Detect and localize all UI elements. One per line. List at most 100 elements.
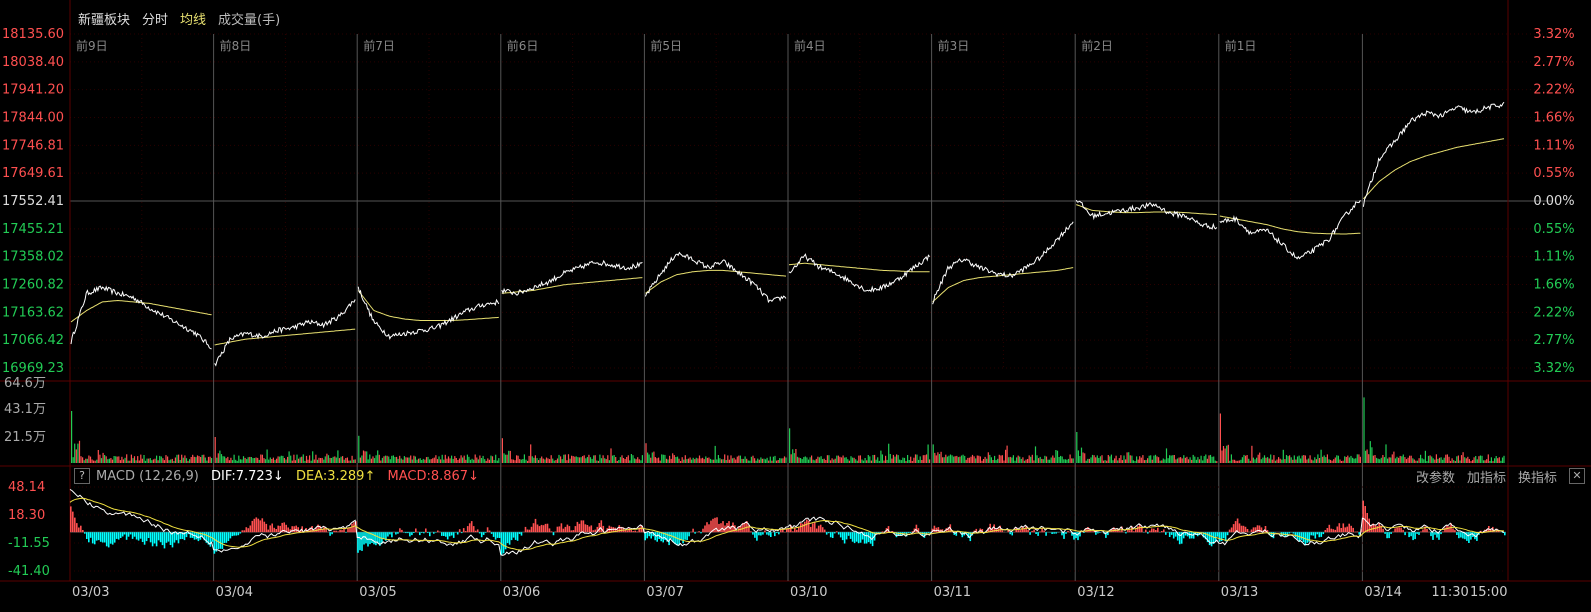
macd-bar [558, 526, 561, 533]
volume-bar [1008, 457, 1010, 463]
macd-bar [462, 528, 465, 533]
volume-bar [647, 452, 649, 463]
macd-bar [524, 526, 527, 533]
macd-bar [1155, 530, 1157, 533]
macd-bar [817, 525, 820, 533]
macd-bar [1244, 526, 1247, 533]
volume-bar [1478, 456, 1480, 463]
volume-bar [198, 456, 200, 463]
volume-bar [1347, 455, 1349, 463]
change-params-button[interactable]: 改参数 [1416, 467, 1455, 486]
volume-bar [184, 455, 186, 463]
volume-bar [946, 456, 948, 463]
volume-bar [343, 459, 345, 463]
tab-volume[interactable]: 成交量(手) [218, 9, 280, 28]
volume-bar [683, 459, 685, 463]
tab-intraday[interactable]: 分时 [142, 9, 168, 28]
volume-bar [1112, 460, 1114, 463]
pct-tick-label: 3.32% [1533, 27, 1574, 42]
macd-bar [135, 532, 138, 540]
macd-bar [1099, 532, 1101, 533]
volume-bar [334, 456, 336, 463]
macd-bar [849, 532, 852, 539]
volume-bar [407, 457, 409, 463]
volume-bar [78, 440, 81, 463]
add-indicator-button[interactable]: 加指标 [1467, 467, 1506, 486]
macd-bar [514, 532, 517, 540]
volume-bar [1298, 455, 1300, 463]
volume-bar [85, 458, 87, 463]
day-label: 前8日 [220, 38, 252, 53]
volume-bar [973, 456, 975, 463]
volume-bar [539, 458, 541, 463]
volume-bar [1161, 460, 1163, 463]
volume-bar [370, 458, 372, 463]
macd-bar [387, 532, 389, 537]
volume-bar [891, 458, 893, 463]
macd-bar [1382, 528, 1384, 533]
volume-bar [967, 457, 969, 463]
volume-bar [1005, 449, 1007, 463]
volume-bar [1087, 458, 1089, 463]
volume-bar [1380, 457, 1382, 463]
macd-bar [1408, 532, 1410, 538]
volume-bar [937, 452, 939, 463]
volume-bar [279, 456, 281, 463]
volume-bar [1071, 458, 1073, 463]
volume-bar [449, 458, 451, 463]
volume-bar [1060, 455, 1062, 463]
volume-bar [225, 458, 227, 463]
macd-bar [137, 532, 140, 541]
macd-bar [237, 532, 240, 536]
volume-bar [122, 459, 125, 463]
volume-bar [959, 456, 961, 463]
macd-bar [1396, 527, 1398, 533]
volume-bar [86, 458, 88, 463]
volume-bar [803, 457, 805, 463]
volume-bar [1409, 455, 1411, 463]
macd-bar [508, 532, 511, 545]
volume-bar [632, 455, 634, 463]
volume-bar [839, 456, 841, 463]
volume-bar [1197, 457, 1199, 463]
volume-bar [1453, 460, 1455, 463]
volume-bar [1320, 449, 1322, 463]
volume-bar [634, 458, 636, 463]
volume-bar [1181, 458, 1183, 463]
help-button[interactable]: ? [74, 468, 90, 484]
macd-bar [253, 518, 256, 533]
close-icon[interactable]: ✕ [1569, 468, 1585, 484]
volume-bar [896, 454, 898, 463]
volume-bar [386, 455, 388, 463]
volume-bar [1287, 456, 1289, 463]
volume-bar [335, 457, 337, 463]
volume-bar [892, 454, 894, 463]
switch-indicator-button[interactable]: 换指标 [1518, 467, 1557, 486]
volume-bar [627, 455, 629, 463]
volume-bar [1036, 455, 1038, 463]
volume-bar [1415, 460, 1417, 463]
volume-bar [1418, 458, 1420, 463]
volume-bar [577, 457, 579, 463]
volume-bar [1289, 455, 1291, 463]
volume-bar [1413, 459, 1415, 463]
volume-bar [661, 454, 663, 463]
macd-bar [907, 532, 910, 533]
macd-bar [452, 532, 455, 538]
volume-bar [626, 457, 628, 463]
volume-bar [216, 457, 218, 463]
macd-bar [241, 530, 244, 533]
volume-bar [302, 454, 304, 463]
macd-bar [1125, 532, 1127, 534]
macd-bar [409, 532, 411, 537]
volume-bar [1295, 459, 1297, 463]
volume-bar [1000, 455, 1002, 463]
volume-bar [760, 457, 762, 463]
volume-bar [146, 458, 148, 463]
macd-bar [123, 532, 126, 535]
volume-bar [637, 457, 639, 463]
volume-bar [1139, 456, 1141, 463]
volume-bar [452, 458, 454, 463]
volume-bar [1345, 457, 1347, 463]
tab-avg-line[interactable]: 均线 [180, 9, 206, 28]
